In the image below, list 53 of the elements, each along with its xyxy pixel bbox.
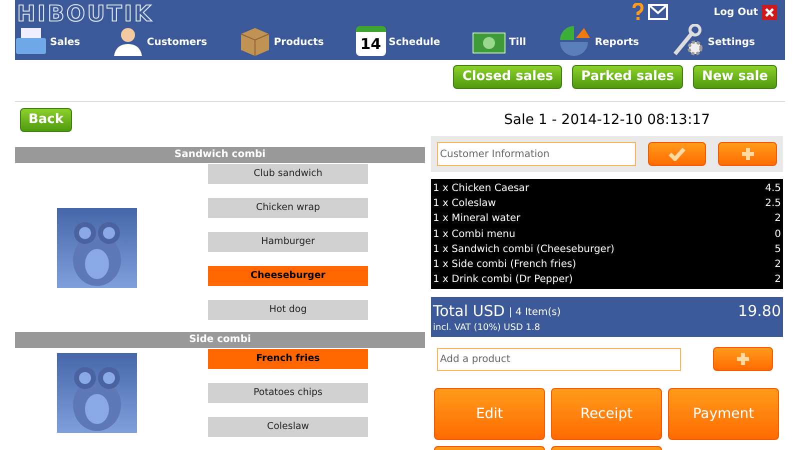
item-count: | 4 Item(s)	[508, 306, 561, 320]
plus-icon	[740, 147, 755, 161]
wrench-gear-icon	[670, 24, 705, 56]
combi-option[interactable]: Chicken wrap	[208, 198, 368, 218]
help-icon[interactable]	[632, 3, 644, 21]
pie-chart-icon	[558, 24, 592, 56]
combi-option[interactable]: Cheeseburger	[208, 266, 368, 286]
line-amount: 5	[774, 242, 781, 257]
order-line: 1 x Combi menu	[433, 228, 516, 242]
line-amount: 2	[774, 212, 781, 226]
nav-item[interactable]: 14 Schedule	[356, 24, 440, 56]
product-field[interactable]: Add a product	[437, 348, 681, 371]
check-icon	[668, 147, 686, 161]
calendar-icon: 14	[356, 26, 386, 56]
combi-option[interactable]: Club sandwich	[208, 164, 368, 184]
order-line: 1 x Chicken Caesar	[433, 182, 530, 196]
line-amount: 2	[774, 258, 781, 272]
combi-option[interactable]: Potatoes chips	[208, 383, 368, 403]
combi-option[interactable]: Hot dog	[208, 300, 368, 320]
add-product-button[interactable]	[713, 347, 773, 372]
order-line: 1 x Side combi (French fries)	[433, 258, 576, 272]
cash-icon	[472, 30, 506, 56]
confirm-button[interactable]	[648, 142, 706, 166]
combi-option[interactable]: Hamburger	[208, 232, 368, 252]
customer-field[interactable]: Customer Information	[437, 142, 636, 166]
logout-link[interactable]: Log Out	[714, 4, 758, 20]
order-line: 1 x Coleslaw	[433, 197, 496, 212]
section-header: Side combi	[15, 332, 425, 348]
nav-item[interactable]: Settings	[670, 24, 755, 56]
vat-text: incl. VAT (10%) USD 1.8	[433, 322, 542, 336]
sale-title: Sale 1 - 2014-12-10 08:13:17	[503, 111, 711, 130]
line-amount: 2	[774, 273, 781, 288]
combi-option[interactable]: Coleslaw	[208, 417, 368, 437]
order-line: 1 x Drink combi (Dr Pepper)	[433, 273, 573, 288]
nav-item[interactable]: Till	[472, 24, 526, 56]
box-icon	[238, 26, 271, 56]
order-line: 1 x Sandwich combi (Cheeseburger)	[433, 242, 614, 257]
add-customer-button[interactable]	[718, 142, 777, 166]
order-line: 1 x Mineral water	[433, 212, 520, 226]
mail-icon[interactable]	[648, 4, 668, 20]
close-icon[interactable]	[762, 4, 777, 20]
line-amount: 0	[774, 228, 781, 242]
combi-option[interactable]: French fries	[208, 349, 368, 369]
nav-item[interactable]: Reports	[558, 24, 640, 56]
total-amount: 19.80	[738, 301, 781, 322]
register-icon	[15, 26, 47, 56]
line-amount: 4.5	[765, 182, 781, 196]
plus-icon	[736, 352, 750, 366]
section-header: Sandwich combi	[15, 147, 425, 163]
nav-item[interactable]: Products	[238, 24, 324, 56]
line-amount: 2.5	[765, 197, 781, 212]
person-icon	[112, 26, 144, 56]
total-label: Total USD	[433, 301, 505, 322]
